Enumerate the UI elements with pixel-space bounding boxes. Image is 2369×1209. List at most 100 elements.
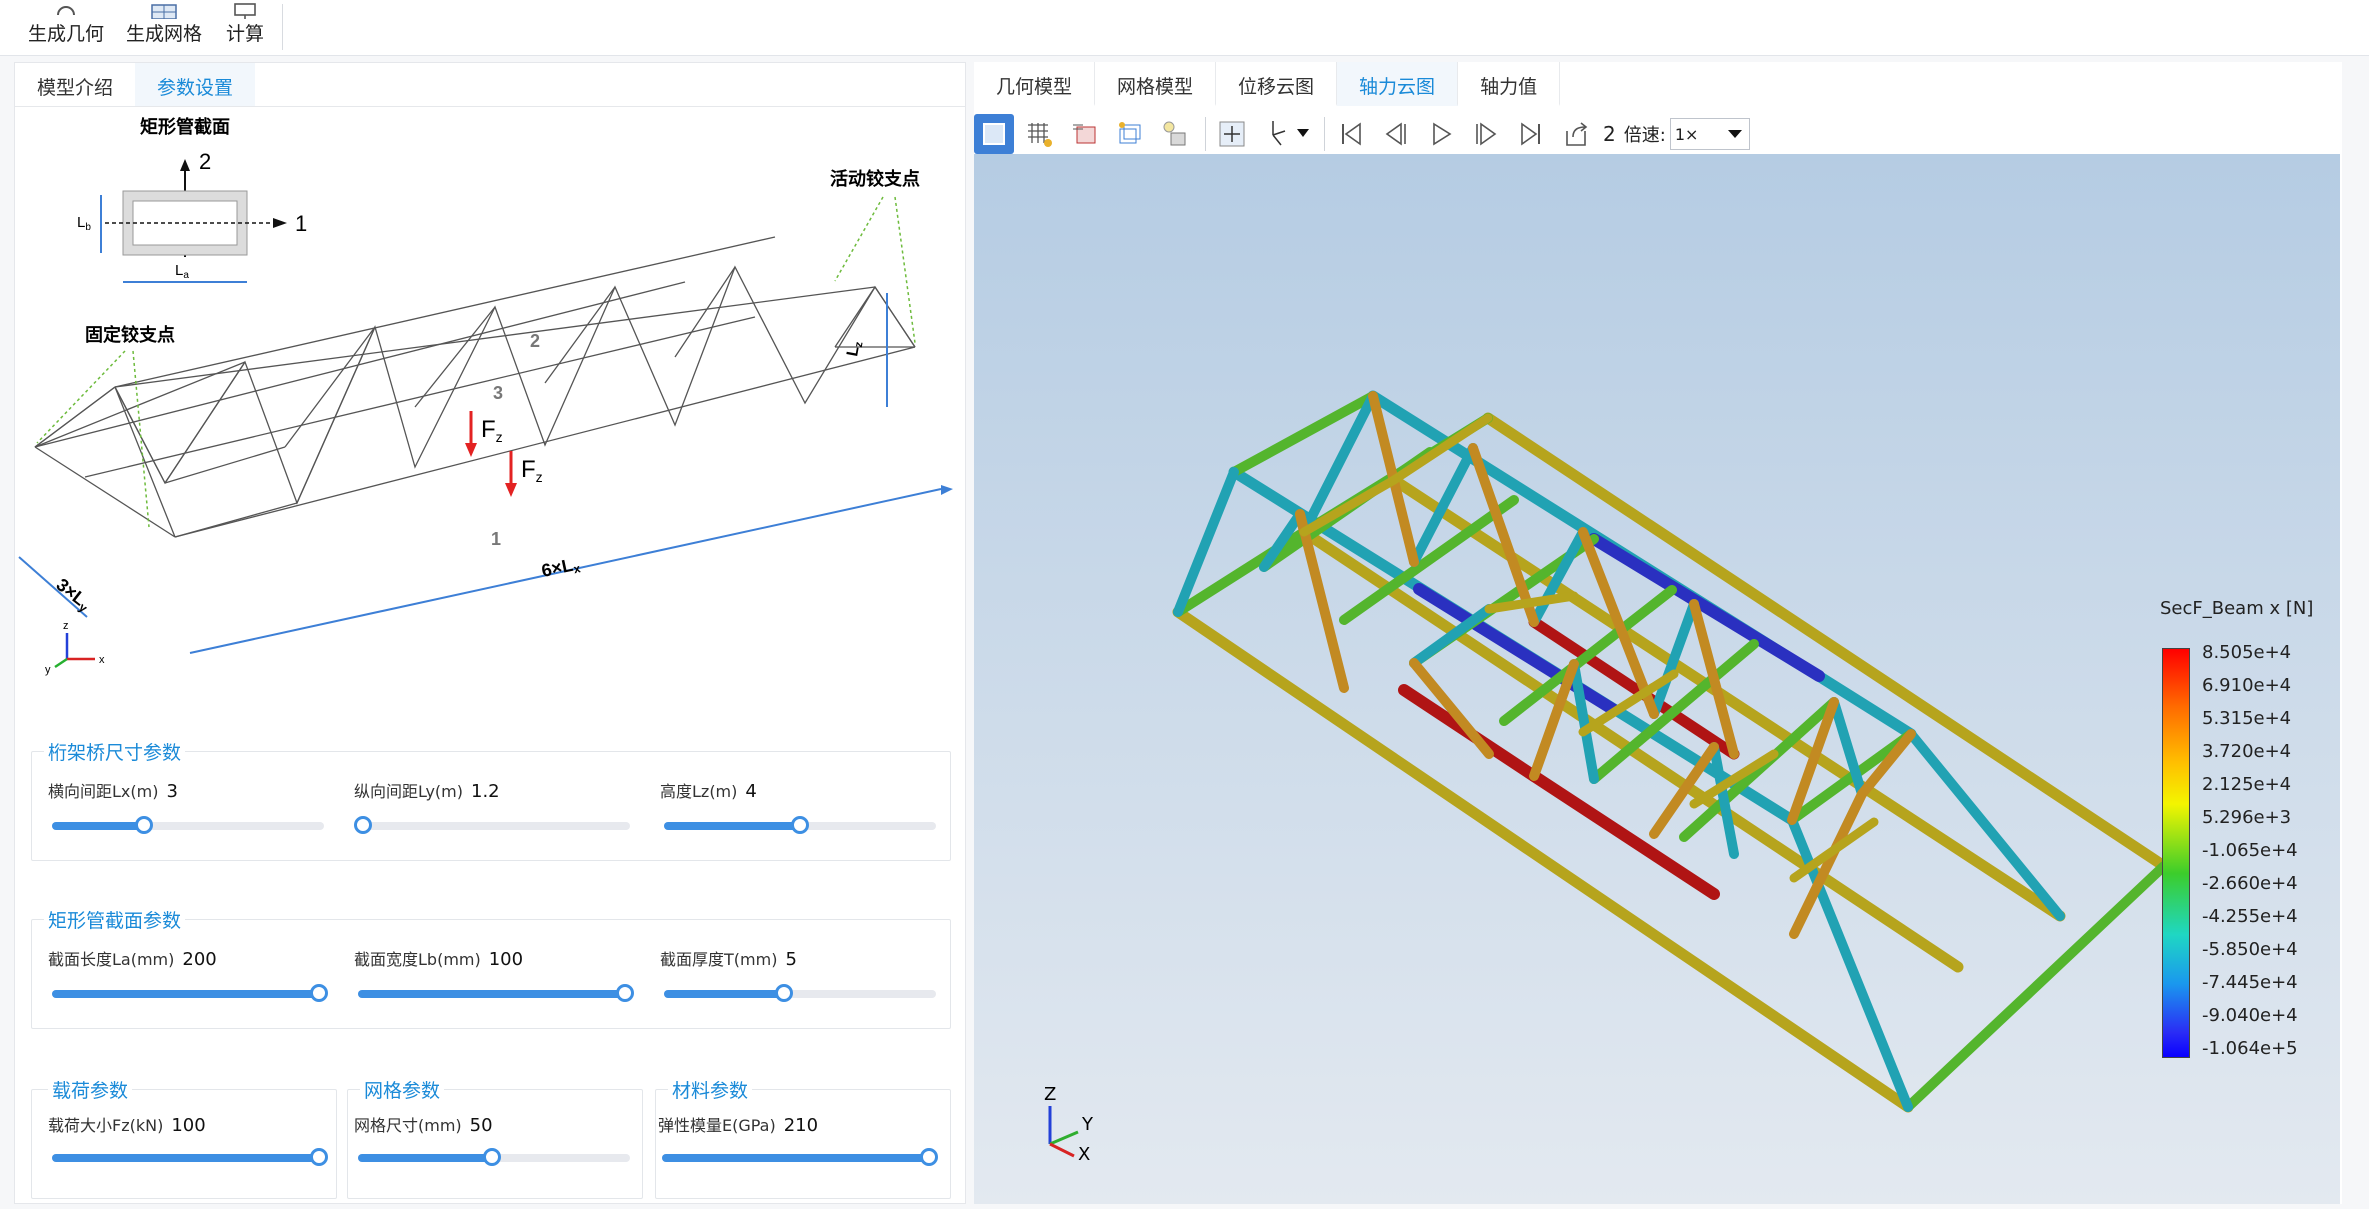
- param-ly: 纵向间距Ly(m) 1.2: [354, 778, 500, 802]
- param-lb-value: 100: [488, 949, 524, 970]
- slider-ly-knob[interactable]: [354, 816, 372, 834]
- force-label-1: Fz: [481, 416, 503, 445]
- last-frame-button[interactable]: [1511, 114, 1551, 154]
- section-params-title: 矩形管截面参数: [44, 906, 186, 933]
- mesh-grid-icon: [1028, 123, 1052, 147]
- tab-axial-force-contour[interactable]: 轴力云图: [1337, 62, 1459, 106]
- slider-t-knob[interactable]: [775, 984, 793, 1002]
- tab-model-intro[interactable]: 模型介绍: [15, 63, 135, 107]
- slider-ly[interactable]: [354, 816, 630, 834]
- compute-button[interactable]: 计算: [218, 0, 272, 54]
- next-frame-button[interactable]: [1466, 114, 1506, 154]
- app-window: 生成几何 生成网格 计算 模型介绍 参数设置 矩形管截面 2 1 Lb La 活…: [0, 0, 2369, 1209]
- param-lx-label: 横向间距Lx(m): [48, 782, 159, 801]
- legend-label-7: -2.660e+4: [2202, 873, 2298, 894]
- 3d-viewport[interactable]: SecF_Beam x [N] 8.505e+4 6.910e+4 5.315e…: [974, 154, 2340, 1204]
- param-fz: 载荷大小Fz(kN) 100: [48, 1112, 206, 1136]
- legend-label-0: 8.505e+4: [2202, 642, 2292, 663]
- step-forward-icon: [1476, 122, 1497, 146]
- slider-mesh-size-knob[interactable]: [483, 1148, 501, 1166]
- speed-select-value: 1×: [1674, 124, 1699, 144]
- first-frame-button[interactable]: [1331, 114, 1371, 154]
- view-wireframe-button[interactable]: [1109, 114, 1149, 154]
- prev-frame-button[interactable]: [1376, 114, 1416, 154]
- param-la-label: 截面长度La(mm): [48, 950, 175, 969]
- param-lx-value: 3: [166, 781, 178, 802]
- param-lz: 高度Lz(m) 4: [660, 778, 757, 802]
- tab-mesh-model[interactable]: 网格模型: [1095, 62, 1217, 106]
- slider-lx-fill: [52, 822, 142, 830]
- movable-support-leader-1: [834, 196, 884, 282]
- lightbulb-icon: [1163, 121, 1186, 146]
- tab-axial-force-values[interactable]: 轴力值: [1458, 62, 1561, 106]
- force-arrow-1-head: [465, 443, 477, 457]
- view-light-button[interactable]: [1154, 114, 1194, 154]
- slider-t[interactable]: [664, 984, 936, 1002]
- short-dim-label: 3×Ly: [51, 574, 95, 615]
- axis-triad: Z Y X: [1044, 1084, 1094, 1164]
- legend-label-4: 2.125e+4: [2202, 774, 2292, 795]
- tab-parameter-settings[interactable]: 参数设置: [135, 63, 256, 107]
- axis-triad-icon: [1272, 121, 1309, 146]
- axis-view-dropdown[interactable]: [1257, 114, 1313, 154]
- triad-x-axis: [1049, 1142, 1075, 1158]
- toolbar-divider: [1205, 117, 1206, 151]
- view-mesh-button[interactable]: [1019, 114, 1059, 154]
- mini-axis-y: [54, 657, 68, 669]
- param-mesh-size: 网格尺寸(mm) 50: [354, 1112, 493, 1136]
- param-lx: 横向间距Lx(m) 3: [48, 778, 178, 802]
- toolbar-divider-2: [1324, 117, 1325, 151]
- play-icon: [1433, 122, 1452, 146]
- load-params-title: 载荷参数: [48, 1076, 133, 1103]
- generate-mesh-button[interactable]: 生成网格: [122, 0, 206, 54]
- speed-select[interactable]: 1×: [1669, 118, 1750, 150]
- slider-e-knob[interactable]: [920, 1148, 938, 1166]
- section-title: 矩形管截面: [140, 116, 230, 137]
- fit-view-button[interactable]: [1212, 114, 1252, 154]
- param-t: 截面厚度T(mm) 5: [660, 946, 797, 970]
- legend-label-8: -4.255e+4: [2202, 906, 2298, 927]
- export-button[interactable]: [1556, 114, 1596, 154]
- bottom-chord-right: [1388, 474, 2066, 922]
- slider-e[interactable]: [662, 1148, 938, 1166]
- ribbon-divider: [282, 4, 283, 50]
- slider-lx-knob[interactable]: [135, 816, 153, 834]
- slider-lx[interactable]: [52, 816, 324, 834]
- param-e-value: 210: [783, 1115, 819, 1136]
- legend-label-5: 5.296e+3: [2202, 807, 2292, 828]
- mesh-color-icon: [1073, 124, 1096, 144]
- triad-y-axis: [1049, 1130, 1079, 1146]
- right-panel: 几何模型 网格模型 位移云图 轴力云图 轴力值 2 倍速: 1× SecF_Be…: [974, 62, 2342, 1204]
- slider-lb[interactable]: [358, 984, 634, 1002]
- view-mesh-color-button[interactable]: [1064, 114, 1104, 154]
- slider-la-fill: [52, 990, 324, 998]
- tab-displacement-contour[interactable]: 位移云图: [1216, 62, 1338, 106]
- triad-z-label: Z: [1044, 1084, 1056, 1105]
- slider-fz[interactable]: [52, 1148, 328, 1166]
- view-solid-button[interactable]: [974, 114, 1014, 154]
- skip-start-icon: [1342, 122, 1361, 146]
- step-back-icon: [1385, 122, 1406, 146]
- tab-geometry-model[interactable]: 几何模型: [974, 62, 1096, 106]
- section-axis-2-arrow: [180, 159, 190, 171]
- solid-view-icon: [983, 123, 1005, 145]
- slider-lb-knob[interactable]: [616, 984, 634, 1002]
- slider-mesh-size[interactable]: [358, 1148, 630, 1166]
- generate-geometry-button[interactable]: 生成几何: [24, 0, 108, 54]
- truss-size-group: 桁架桥尺寸参数 横向间距Lx(m) 3 纵向间距Ly(m) 1.2 高度Lz(m) 4: [31, 738, 951, 861]
- play-button[interactable]: [1421, 114, 1461, 154]
- legend-label-12: -1.064e+5: [2202, 1038, 2298, 1059]
- mini-axis-x-label: x: [99, 654, 105, 666]
- slider-la-knob[interactable]: [310, 984, 328, 1002]
- param-mesh-size-value: 50: [469, 1115, 493, 1136]
- load-params-group: 载荷参数 载荷大小Fz(kN) 100: [31, 1076, 337, 1199]
- slider-lz-knob[interactable]: [791, 816, 809, 834]
- slider-fz-fill: [52, 1154, 324, 1162]
- slider-la[interactable]: [52, 984, 328, 1002]
- legend-color-bar: [2162, 648, 2190, 1058]
- slider-lz[interactable]: [664, 816, 936, 834]
- frame-number: 2: [1603, 122, 1616, 146]
- mesh-params-group: 网格参数 网格尺寸(mm) 50: [347, 1076, 643, 1199]
- export-icon: [1566, 122, 1588, 146]
- slider-fz-knob[interactable]: [310, 1148, 328, 1166]
